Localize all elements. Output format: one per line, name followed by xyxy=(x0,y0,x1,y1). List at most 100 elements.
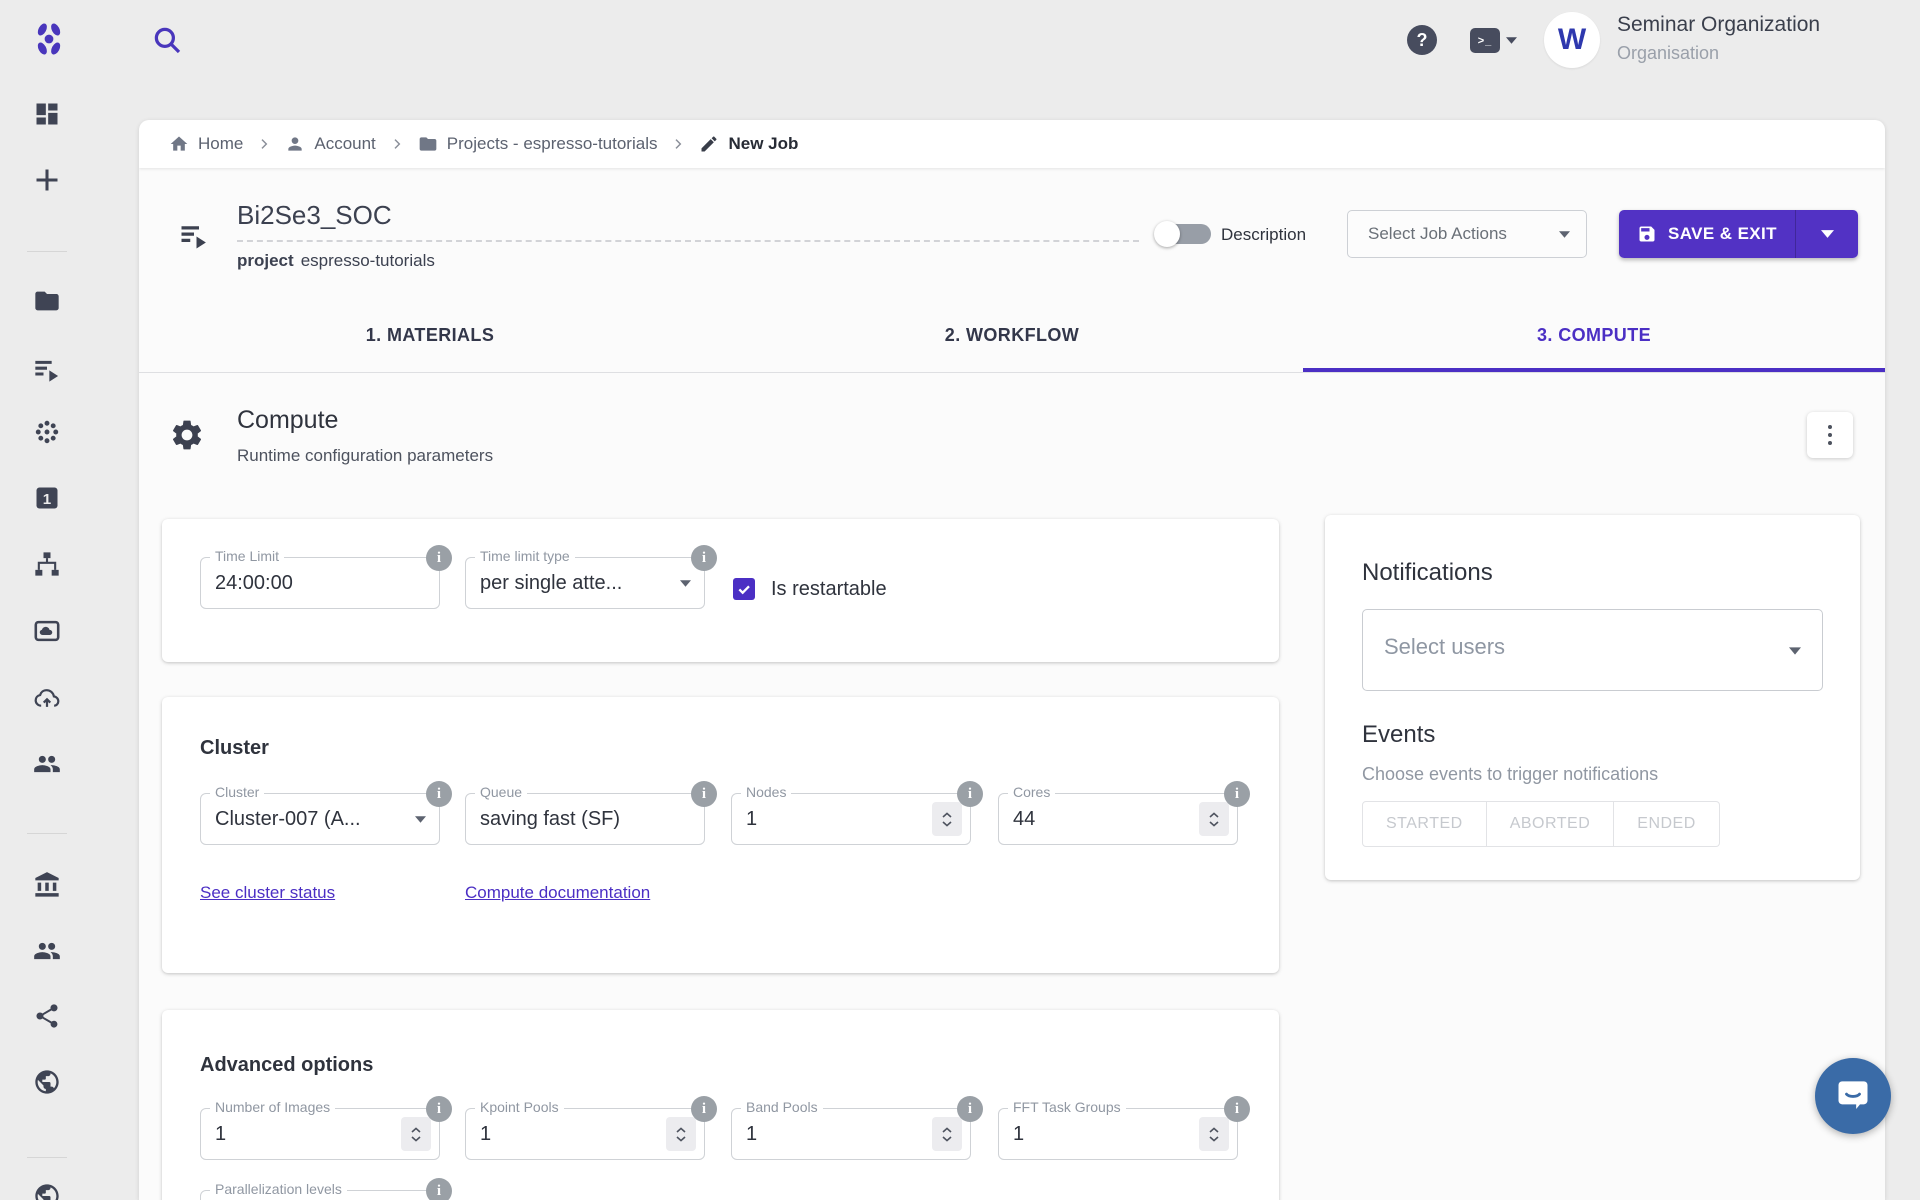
number-of-images-field[interactable]: Number of Images 1 xyxy=(200,1108,440,1160)
caret-down-icon xyxy=(1559,231,1570,238)
fft-task-groups-value[interactable]: 1 xyxy=(1013,1109,1024,1159)
event-started-button[interactable]: STARTED xyxy=(1362,801,1487,847)
dashboard-icon[interactable] xyxy=(33,100,61,128)
number-of-images-label: Number of Images xyxy=(210,1099,335,1115)
chevron-right-icon xyxy=(670,136,686,152)
job-actions-select[interactable]: Select Job Actions xyxy=(1347,210,1587,258)
parallelization-levels-field[interactable]: Parallelization levels xyxy=(200,1190,440,1200)
number-of-images-stepper[interactable] xyxy=(401,1117,431,1151)
chat-bubble-icon xyxy=(1833,1076,1873,1116)
description-toggle[interactable] xyxy=(1157,224,1211,244)
nodes-field[interactable]: Nodes 1 xyxy=(731,793,971,845)
sidebar-divider xyxy=(27,251,67,252)
info-icon[interactable] xyxy=(691,781,717,807)
cores-field[interactable]: Cores 44 xyxy=(998,793,1238,845)
cluster-status-link[interactable]: See cluster status xyxy=(200,883,335,903)
bank-icon[interactable] xyxy=(33,871,61,899)
app-logo-icon[interactable] xyxy=(30,20,68,58)
info-icon[interactable] xyxy=(426,1178,452,1200)
info-icon[interactable] xyxy=(1224,1096,1250,1122)
cluster-card-title: Cluster xyxy=(200,737,269,760)
section-subtitle: Runtime configuration parameters xyxy=(237,446,493,466)
cores-value[interactable]: 44 xyxy=(1013,794,1035,844)
pencil-icon xyxy=(699,134,719,154)
event-button-group: STARTED ABORTED ENDED xyxy=(1362,801,1720,847)
cores-stepper[interactable] xyxy=(1199,802,1229,836)
band-pools-field[interactable]: Band Pools 1 xyxy=(731,1108,971,1160)
tab-compute[interactable]: 3. COMPUTE xyxy=(1303,298,1885,372)
job-title[interactable]: Bi2Se3_SOC xyxy=(237,200,392,231)
globe-bottom-icon[interactable] xyxy=(33,1182,61,1200)
chevron-down-icon xyxy=(1506,37,1517,44)
image-cloud-icon[interactable] xyxy=(33,617,61,645)
workflow-tree-icon[interactable] xyxy=(33,550,61,578)
save-exit-button[interactable]: SAVE & EXIT xyxy=(1619,210,1795,258)
team-group-icon[interactable] xyxy=(33,750,61,778)
info-icon[interactable] xyxy=(426,781,452,807)
time-limit-type-value[interactable]: per single atte... xyxy=(480,558,622,608)
search-icon[interactable] xyxy=(152,25,182,55)
dev-console-button[interactable] xyxy=(1470,28,1517,53)
time-limit-field[interactable]: Time Limit 24:00:00 xyxy=(200,557,440,609)
time-limit-value[interactable]: 24:00:00 xyxy=(215,558,293,608)
breadcrumb-projects[interactable]: Projects - espresso-tutorials xyxy=(418,134,658,154)
materials-dots-icon[interactable] xyxy=(33,418,61,446)
title-edit-underline xyxy=(237,240,1139,242)
chat-launcher-button[interactable] xyxy=(1815,1058,1891,1134)
info-icon[interactable] xyxy=(691,545,717,571)
globe-icon[interactable] xyxy=(33,1068,61,1096)
band-pools-value[interactable]: 1 xyxy=(746,1109,757,1159)
info-icon[interactable] xyxy=(691,1096,717,1122)
is-restartable-checkbox[interactable] xyxy=(733,578,755,600)
share-icon[interactable] xyxy=(33,1002,61,1030)
queue-field[interactable]: Queue saving fast (SF) xyxy=(465,793,705,845)
tab-materials[interactable]: 1. MATERIALS xyxy=(139,298,721,372)
event-aborted-button[interactable]: ABORTED xyxy=(1487,801,1615,847)
info-icon[interactable] xyxy=(426,1096,452,1122)
nodes-value[interactable]: 1 xyxy=(746,794,757,844)
info-icon[interactable] xyxy=(1224,781,1250,807)
caret-down-icon xyxy=(1789,647,1801,655)
organization-group-icon[interactable] xyxy=(33,937,61,965)
info-icon[interactable] xyxy=(957,1096,983,1122)
save-options-arrow-button[interactable] xyxy=(1795,210,1858,258)
folder-icon xyxy=(418,134,438,154)
breadcrumb-new-job[interactable]: New Job xyxy=(699,134,798,154)
avatar[interactable]: W xyxy=(1544,12,1600,68)
breadcrumb: Home Account Projects - espresso-tutoria… xyxy=(139,120,1885,168)
job-menu-icon[interactable] xyxy=(179,220,209,250)
avatar-letter: W xyxy=(1558,23,1586,57)
number-of-images-value[interactable]: 1 xyxy=(215,1109,226,1159)
chevron-right-icon xyxy=(389,136,405,152)
kpoint-pools-field[interactable]: Kpoint Pools 1 xyxy=(465,1108,705,1160)
help-icon[interactable] xyxy=(1407,25,1437,55)
breadcrumb-home[interactable]: Home xyxy=(169,134,243,154)
event-ended-button[interactable]: ENDED xyxy=(1614,801,1720,847)
cloud-upload-icon[interactable] xyxy=(33,684,61,712)
kpoint-pools-stepper[interactable] xyxy=(666,1117,696,1151)
plus-icon[interactable] xyxy=(33,166,61,194)
breadcrumb-account[interactable]: Account xyxy=(285,134,375,154)
info-icon[interactable] xyxy=(426,545,452,571)
info-icon[interactable] xyxy=(957,781,983,807)
queue-value[interactable]: saving fast (SF) xyxy=(480,794,620,844)
advanced-card-title: Advanced options xyxy=(200,1054,373,1077)
kpoint-pools-value[interactable]: 1 xyxy=(480,1109,491,1159)
time-limit-type-select[interactable]: Time limit type per single atte... xyxy=(465,557,705,609)
band-pools-stepper[interactable] xyxy=(932,1117,962,1151)
fft-task-groups-stepper[interactable] xyxy=(1199,1117,1229,1151)
compute-documentation-link[interactable]: Compute documentation xyxy=(465,883,650,903)
breadcrumb-label: Home xyxy=(198,134,243,154)
person-icon xyxy=(285,134,305,154)
jobs-list-icon[interactable] xyxy=(33,355,61,383)
step-tabs: 1. MATERIALS 2. WORKFLOW 3. COMPUTE xyxy=(139,298,1885,373)
folder-icon[interactable] xyxy=(33,287,61,315)
fft-task-groups-field[interactable]: FFT Task Groups 1 xyxy=(998,1108,1238,1160)
tab-workflow[interactable]: 2. WORKFLOW xyxy=(721,298,1303,372)
item-one-icon[interactable] xyxy=(33,484,61,512)
cluster-value[interactable]: Cluster-007 (A... xyxy=(215,794,361,844)
select-users-dropdown[interactable]: Select users xyxy=(1362,609,1823,691)
nodes-stepper[interactable] xyxy=(932,802,962,836)
cluster-select[interactable]: Cluster Cluster-007 (A... xyxy=(200,793,440,845)
section-menu-button[interactable] xyxy=(1807,412,1853,458)
